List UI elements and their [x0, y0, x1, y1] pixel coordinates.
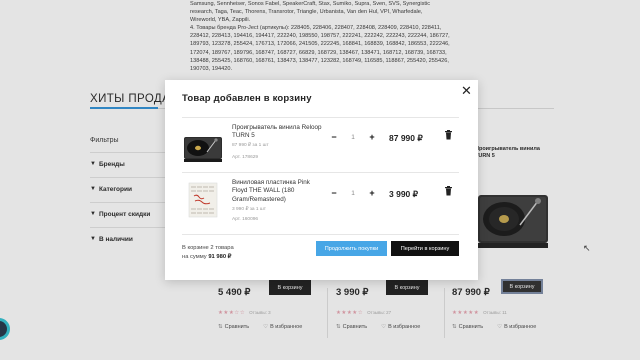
item-unit-price: 87 990 ₽ за 1 шт	[232, 143, 269, 148]
cart-item: Проигрыватель винила Reloop TURN 5 87 99…	[182, 117, 459, 170]
item-sku: Арт. 160096	[232, 217, 259, 222]
cart-item: Виниловая пластинка Pink Floyd THE WALL …	[182, 172, 459, 225]
quantity-stepper: − 1 +	[329, 187, 377, 199]
quantity-value[interactable]: 1	[351, 190, 355, 197]
quantity-value[interactable]: 1	[351, 134, 355, 141]
go-to-cart-button[interactable]: Перейти в корзину	[391, 241, 459, 256]
cart-item-count: В корзине 2 товара	[182, 245, 234, 251]
turntable-thumbnail[interactable]	[183, 125, 223, 165]
increase-button[interactable]: +	[367, 188, 377, 198]
increase-button[interactable]: +	[367, 132, 377, 142]
item-unit-price: 3 990 ₽ за 1 шт	[232, 207, 266, 212]
item-divider	[182, 172, 459, 173]
continue-shopping-button[interactable]: Продолжить покупки	[316, 241, 387, 256]
decrease-button[interactable]: −	[329, 188, 339, 198]
cart-total-value: 91 980 ₽	[208, 254, 232, 260]
item-name-link[interactable]: Виниловая пластинка Pink Floyd THE WALL …	[232, 179, 327, 204]
item-total-price: 87 990 ₽	[389, 133, 423, 143]
item-name-link[interactable]: Проигрыватель винила Reloop TURN 5	[232, 124, 327, 141]
vinyl-cover-thumbnail[interactable]	[183, 180, 223, 220]
item-divider	[182, 117, 459, 118]
item-total-price: 3 990 ₽	[389, 189, 419, 199]
added-to-cart-modal: Товар добавлен в корзину ✕ Проигрыватель…	[165, 80, 478, 280]
decrease-button[interactable]: −	[329, 132, 339, 142]
cart-total: на сумму 91 980 ₽	[182, 254, 231, 260]
quantity-stepper: − 1 +	[329, 131, 377, 143]
modal-title: Товар добавлен в корзину	[182, 93, 312, 104]
close-icon[interactable]: ✕	[461, 83, 472, 99]
trash-icon[interactable]	[444, 186, 453, 196]
item-sku: Арт. 178629	[232, 155, 259, 160]
footer-divider	[182, 234, 459, 235]
cart-total-prefix: на сумму	[182, 254, 207, 260]
trash-icon[interactable]	[444, 130, 453, 140]
